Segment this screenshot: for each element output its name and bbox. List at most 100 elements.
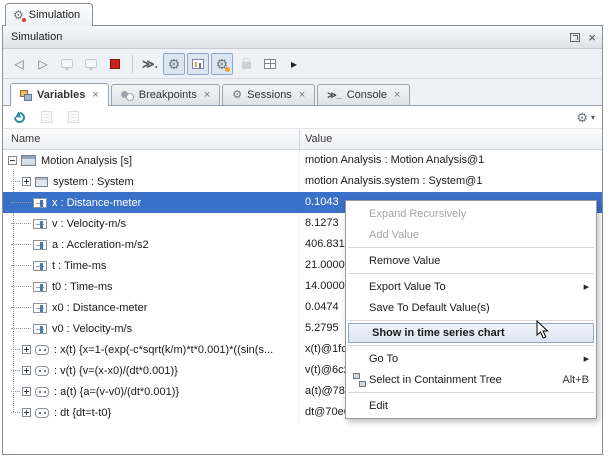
row-name: x : Distance-meter [52,197,141,209]
menu-item-label: Export Value To [369,281,576,293]
menu-item-label: Save To Default Value(s) [369,302,589,314]
tab-breakpoints[interactable]: Breakpoints× [111,84,221,105]
menu-item-select-in-containment-tree[interactable]: Select in Containment TreeAlt+B [346,369,596,390]
row-name: system : System [53,176,134,188]
expand-icon[interactable] [22,366,31,375]
tab-sessions[interactable]: ⚙Sessions× [222,84,315,105]
value-icon [33,219,47,229]
row-name: t : Time-ms [52,260,106,272]
tree-connector [11,202,31,203]
show-comment-button[interactable] [56,53,78,75]
row-name-cell: a : Accleration-m/s2 [3,234,300,255]
screen: ⚙ Simulation Simulation × ◁ ▷ ≫. ⚙ ⚙ ▸ Variab… [0,0,611,463]
expand-icon[interactable] [22,177,31,186]
expand-icon[interactable] [22,387,31,396]
menu-item-go-to[interactable]: Go To▶ [346,348,596,369]
expand-icon[interactable] [22,408,31,417]
refresh-button[interactable] [10,108,28,126]
chevrons-icon: ≫. [142,58,158,70]
tab-label: Variables [37,89,85,101]
row-name-cell: x : Distance-meter [3,192,300,213]
row-name-cell: t0 : Time-ms [3,276,300,297]
tree-connector [11,370,20,371]
tab-close-icon[interactable]: × [299,89,305,101]
variables-icon [20,89,32,101]
callout-icon [61,59,73,68]
show-documentation-button[interactable] [80,53,102,75]
tree-connector [11,328,31,329]
menu-item-save-to-default-value-s[interactable]: Save To Default Value(s) [346,297,596,318]
tree-connector [11,265,31,266]
part-icon [35,177,48,187]
menu-separator [348,320,594,321]
export-value-button[interactable] [37,108,55,126]
tab-variables[interactable]: Variables × [10,83,109,106]
close-window-button[interactable]: × [588,31,596,44]
row-name-cell: : dt {dt=t-t0} [3,402,300,423]
step-back-icon: ◁ [14,58,23,70]
value-icon [33,303,47,313]
terminate-button[interactable] [104,53,126,75]
stop-icon [110,59,120,69]
dock-tab-simulation[interactable]: ⚙ Simulation [5,3,93,26]
menu-gutter [349,348,369,369]
row-name: t0 : Time-ms [52,281,113,293]
caret-down-icon: ▾ [591,113,595,122]
lock-button[interactable] [235,53,257,75]
gear-icon: ⚙ [576,111,588,124]
menu-separator [348,392,594,393]
menu-shortcut: Alt+B [562,374,589,386]
tree-row-motion-analysis-s[interactable]: Motion Analysis [s] motion Analysis : Mot… [3,150,602,171]
row-name: x0 : Distance-meter [52,302,147,314]
row-name-cell: : a(t) {a=(v-v0)/(dt*0.001)} [3,381,300,402]
constraint-icon [35,366,49,376]
float-window-button[interactable] [570,33,580,42]
toolbar-overflow-button[interactable]: ▸ [283,53,305,75]
tab-close-icon[interactable]: × [92,89,98,101]
row-name: Motion Analysis [s] [41,155,132,167]
collapse-icon[interactable] [8,156,17,165]
row-name-cell: x0 : Distance-meter [3,297,300,318]
menu-item-add-value: Add Value [346,224,596,245]
constraint-icon [35,345,49,355]
menu-item-remove-value[interactable]: Remove Value [346,250,596,271]
save-to-default-button[interactable] [64,108,82,126]
menu-item-export-value-to[interactable]: Export Value To▶ [346,276,596,297]
animation-toggle-button[interactable] [187,53,209,75]
menu-item-edit[interactable]: Edit [346,395,596,416]
tab-close-icon[interactable]: × [204,89,210,101]
tab-close-icon[interactable]: × [394,89,400,101]
tab-label: Console [347,89,387,101]
menu-gutter [349,297,369,318]
menu-gutter [349,203,369,224]
row-name-cell: : v(t) {v=(x-x0)/(dt*0.001)} [3,360,300,381]
value-icon [33,324,47,334]
block-icon [21,155,36,166]
auto-run-toggle-button[interactable]: ⚙ [211,53,233,75]
toolbar-separator [132,55,133,73]
window-titlebar[interactable]: Simulation × [3,26,602,49]
step-back-button[interactable]: ◁ [8,53,30,75]
row-value: motion Analysis : Motion Analysis@1 [305,150,600,171]
step-forward-button[interactable]: ▷ [32,53,54,75]
table-options-button[interactable]: ⚙ ▾ [576,111,595,124]
value-icon [33,282,47,292]
save-icon [68,111,79,123]
column-header-name[interactable]: Name [11,133,40,145]
tree-row-system-system[interactable]: system : Systemmotion Analysis.system : … [3,171,602,192]
tab-console[interactable]: ≫_Console× [317,84,410,105]
tree-connector [11,391,20,392]
callout-icon [85,59,97,68]
menu-item-show-in-time-series-chart[interactable]: Show in time series chart [348,323,594,343]
column-header-value[interactable]: Value [305,133,332,145]
export-table-button[interactable] [259,53,281,75]
expand-icon[interactable] [22,345,31,354]
table-icon [264,59,276,69]
simulation-config-button[interactable]: ⚙ [163,53,185,75]
simulation-gear-icon: ⚙ [13,9,24,21]
value-icon [33,198,47,208]
row-name: v0 : Velocity-m/s [52,323,132,335]
simulation-options-button[interactable]: ≫. [139,53,161,75]
menu-item-label: Edit [369,400,589,412]
tab-label: Sessions [247,89,292,101]
